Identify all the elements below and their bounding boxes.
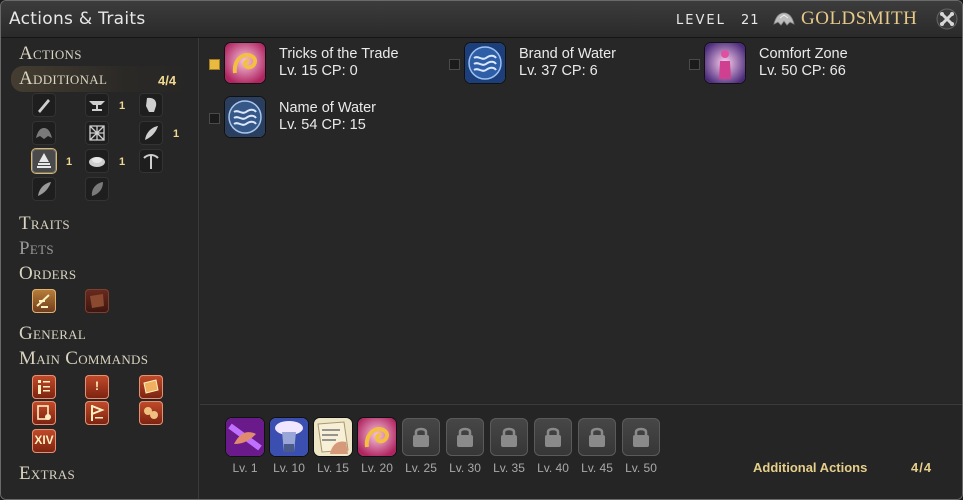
botanist-icon[interactable] bbox=[32, 177, 56, 201]
slot-level: Lv. 45 bbox=[581, 461, 613, 475]
slot-level: Lv. 35 bbox=[493, 461, 525, 475]
action-checkbox[interactable] bbox=[449, 59, 460, 70]
action-checkbox[interactable] bbox=[209, 113, 220, 124]
category-additional[interactable]: Additional bbox=[19, 68, 107, 90]
comfort-zone-icon[interactable] bbox=[705, 43, 745, 83]
category-traits[interactable]: Traits bbox=[19, 213, 70, 235]
lock-icon bbox=[413, 427, 429, 447]
actions-traits-window: Actions & Traits LEVEL 21 GOLDSMITH Acti… bbox=[0, 0, 963, 500]
culinarian-icon[interactable] bbox=[85, 149, 109, 173]
brand-of-water-icon[interactable] bbox=[465, 43, 505, 83]
action-checkbox[interactable] bbox=[209, 59, 220, 70]
close-icon[interactable] bbox=[936, 8, 958, 30]
lock-icon bbox=[545, 427, 561, 447]
category-main-commands[interactable]: Main Commands bbox=[19, 348, 148, 370]
action-name: Name of Water bbox=[279, 100, 376, 116]
action-level-cp: Lv. 50 CP: 66 bbox=[759, 63, 846, 79]
log-icon[interactable] bbox=[85, 401, 109, 425]
hand-action-icon[interactable] bbox=[226, 418, 264, 456]
fisher-icon[interactable] bbox=[85, 177, 109, 201]
xiv-label: XIV bbox=[34, 433, 54, 447]
action-name: Comfort Zone bbox=[759, 46, 848, 62]
book-hand-action-icon[interactable] bbox=[314, 418, 352, 456]
title-bar[interactable]: Actions & Traits LEVEL 21 GOLDSMITH bbox=[1, 1, 962, 38]
miner-icon[interactable] bbox=[139, 149, 163, 173]
lock-icon bbox=[589, 427, 605, 447]
armorer-icon[interactable] bbox=[139, 93, 163, 117]
category-general[interactable]: General bbox=[19, 323, 86, 345]
level-value: 21 bbox=[741, 13, 760, 28]
category-sidebar: Actions Additional 4/4 1 1 1 1 Traits Pe… bbox=[1, 38, 199, 499]
alchemist-icon[interactable] bbox=[32, 149, 56, 173]
additional-actions-label: Additional Actions bbox=[753, 460, 868, 475]
slot-level: Lv. 10 bbox=[273, 461, 305, 475]
blacksmith-count: 1 bbox=[119, 100, 126, 112]
action-checkbox[interactable] bbox=[689, 59, 700, 70]
window-title: Actions & Traits bbox=[9, 9, 146, 29]
xiv-icon[interactable]: XIV bbox=[32, 429, 56, 453]
action-level-cp: Lv. 37 CP: 6 bbox=[519, 63, 598, 79]
journal-icon[interactable]: ! bbox=[85, 375, 109, 399]
slot-level: Lv. 15 bbox=[317, 461, 349, 475]
tricks-of-the-trade-icon[interactable] bbox=[358, 418, 396, 456]
additional-actions-bar: Lv. 1 Lv. 10 Lv. 15 Lv. 20 Lv. 25 Lv. 30… bbox=[200, 404, 962, 499]
goldsmith-icon[interactable] bbox=[32, 121, 56, 145]
weaver-icon[interactable] bbox=[139, 121, 163, 145]
category-extras[interactable]: Extras bbox=[19, 463, 75, 485]
order-scroll-icon[interactable] bbox=[32, 289, 56, 313]
slot-level: Lv. 50 bbox=[625, 461, 657, 475]
slot-level: Lv. 25 bbox=[405, 461, 437, 475]
category-pets[interactable]: Pets bbox=[19, 238, 54, 260]
action-list-panel: Tricks of the Trade Lv. 15 CP: 0 Brand o… bbox=[200, 38, 962, 403]
weaver-count: 1 bbox=[173, 128, 180, 140]
locked-slot bbox=[490, 418, 528, 456]
locked-slot bbox=[446, 418, 484, 456]
carpenter-icon[interactable] bbox=[32, 93, 56, 117]
name-of-water-icon[interactable] bbox=[225, 97, 265, 137]
blacksmith-icon[interactable] bbox=[85, 93, 109, 117]
action-item[interactable]: Brand of Water Lv. 37 CP: 6 bbox=[449, 43, 679, 87]
additional-actions-count: 4/4 bbox=[911, 460, 933, 475]
alchemist-count: 1 bbox=[66, 156, 73, 168]
action-item[interactable]: Tricks of the Trade Lv. 15 CP: 0 bbox=[209, 43, 439, 87]
social-icon[interactable] bbox=[139, 401, 163, 425]
action-name: Brand of Water bbox=[519, 46, 616, 62]
order-map-icon[interactable] bbox=[85, 289, 109, 313]
lock-icon bbox=[501, 427, 517, 447]
action-name: Tricks of the Trade bbox=[279, 46, 399, 62]
action-item[interactable]: Name of Water Lv. 54 CP: 15 bbox=[209, 97, 439, 141]
category-orders[interactable]: Orders bbox=[19, 263, 76, 285]
action-level-cp: Lv. 54 CP: 15 bbox=[279, 117, 366, 133]
flask-action-icon[interactable] bbox=[270, 418, 308, 456]
job-name: GOLDSMITH bbox=[801, 8, 918, 29]
locked-slot bbox=[578, 418, 616, 456]
slot-level: Lv. 1 bbox=[232, 461, 258, 475]
slot-level: Lv. 40 bbox=[537, 461, 569, 475]
goldsmith-job-icon bbox=[773, 12, 795, 26]
locked-slot bbox=[534, 418, 572, 456]
additional-count: 4/4 bbox=[158, 73, 177, 88]
action-item[interactable]: Comfort Zone Lv. 50 CP: 66 bbox=[689, 43, 919, 87]
action-level-cp: Lv. 15 CP: 0 bbox=[279, 63, 358, 79]
slot-level: Lv. 30 bbox=[449, 461, 481, 475]
lock-icon bbox=[457, 427, 473, 447]
character-icon[interactable] bbox=[32, 375, 56, 399]
locked-slot bbox=[402, 418, 440, 456]
tricks-of-the-trade-icon[interactable] bbox=[225, 43, 265, 83]
leatherworker-icon[interactable] bbox=[85, 121, 109, 145]
duty-finder-icon[interactable] bbox=[32, 401, 56, 425]
culinarian-count: 1 bbox=[119, 156, 126, 168]
locked-slot bbox=[622, 418, 660, 456]
level-label: LEVEL bbox=[676, 13, 726, 28]
armoury-icon[interactable] bbox=[139, 375, 163, 399]
lock-icon bbox=[633, 427, 649, 447]
category-actions[interactable]: Actions bbox=[19, 43, 82, 65]
slot-level: Lv. 20 bbox=[361, 461, 393, 475]
